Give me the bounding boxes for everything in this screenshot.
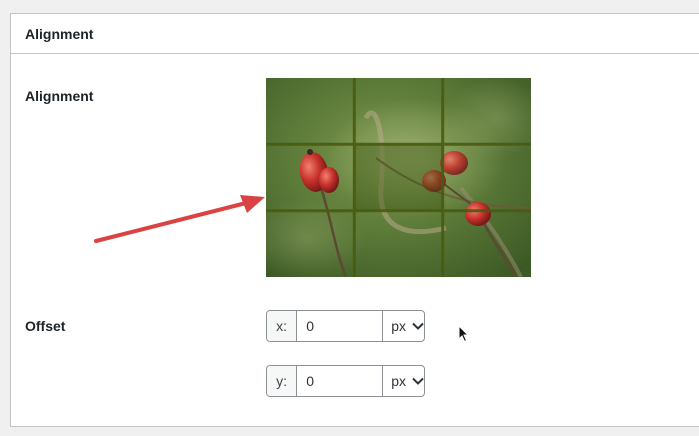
offset-y-unit-value: px — [391, 373, 406, 389]
offset-x-prefix: x: — [267, 311, 298, 341]
offset-y-prefix: y: — [267, 366, 298, 396]
mouse-pointer-icon — [458, 325, 470, 343]
alignment-label: Alignment — [25, 88, 94, 104]
alignment-image — [266, 78, 531, 277]
alignment-image-grid[interactable] — [266, 78, 531, 277]
offset-y-input[interactable] — [297, 366, 383, 396]
offset-x-unit-select[interactable]: px — [382, 311, 424, 341]
offset-x-unit-value: px — [391, 318, 406, 334]
red-arrow-icon — [94, 195, 265, 243]
offset-x-input[interactable] — [297, 311, 383, 341]
offset-label: Offset — [25, 318, 66, 334]
offset-y-group: y: px — [266, 365, 425, 397]
offset-y-unit-select[interactable]: px — [382, 366, 424, 396]
chevron-down-icon — [412, 377, 424, 385]
panel-title: Alignment — [25, 25, 94, 42]
panel-header: Alignment — [11, 14, 699, 54]
chevron-down-icon — [412, 322, 424, 330]
offset-x-group: x: px — [266, 310, 425, 342]
